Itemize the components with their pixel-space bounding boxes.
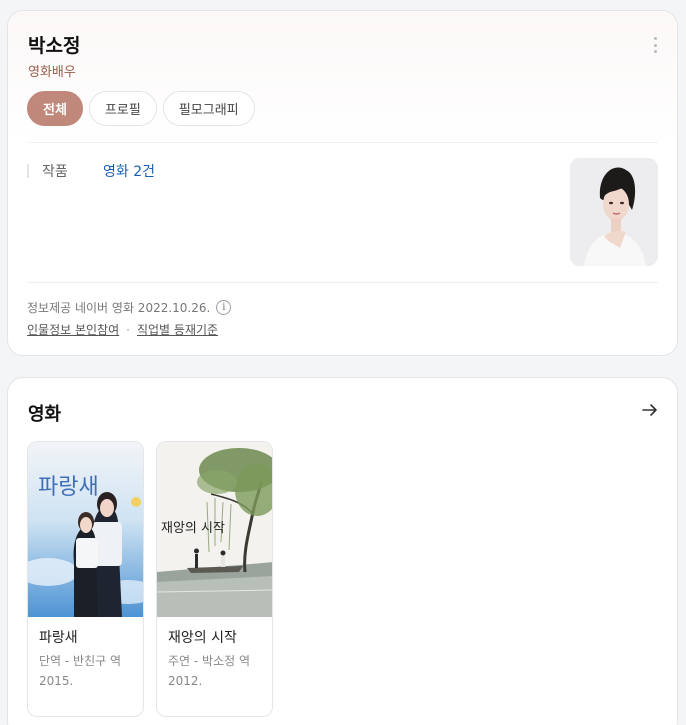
arrow-right-icon[interactable] xyxy=(640,400,660,420)
works-label: 작품 xyxy=(42,164,68,180)
divider xyxy=(27,282,658,283)
divider xyxy=(27,142,658,143)
works-link[interactable]: 영화 2건 xyxy=(103,161,155,181)
section-title: 영화 xyxy=(28,404,62,425)
movie-role: 주연 - 박소정 역 xyxy=(168,654,251,668)
movie-title: 파랑새 xyxy=(39,630,78,646)
profile-card: 박소정 영화배우 전체 프로필 필모그래피 작품 영화 2건 정보제공 네이버 … xyxy=(7,10,678,356)
movie-year: 2015. xyxy=(39,674,74,688)
more-vertical-icon[interactable] xyxy=(649,37,661,53)
movie-card[interactable]: 파랑새 파랑새 단역 - 반친구 역 2015. xyxy=(27,441,144,717)
movie-role: 단역 - 반친구 역 xyxy=(39,654,122,668)
person-name: 박소정 xyxy=(28,35,81,57)
person-occupation: 영화배우 xyxy=(28,65,76,80)
link-separator: · xyxy=(126,322,130,337)
movie-poster: 파랑새 xyxy=(28,442,143,617)
poster-text: 재앙의 시작 xyxy=(161,521,225,536)
tab-profile[interactable]: 프로필 xyxy=(88,91,157,126)
tab-filmography[interactable]: 필모그래피 xyxy=(162,91,255,126)
source-text: 정보제공 네이버 영화 2022.10.26. xyxy=(27,301,211,315)
source-info: 정보제공 네이버 영화 2022.10.26. i xyxy=(27,299,232,316)
poster-text: 파랑새 xyxy=(38,475,99,500)
works-row: 작품 영화 2건 xyxy=(27,161,155,181)
self-edit-link[interactable]: 인물정보 본인참여 xyxy=(27,321,119,338)
movie-list: 파랑새 파랑새 단역 - 반친구 역 2015. 재앙의 시작 재앙의 시작 주… xyxy=(27,441,273,717)
movies-card: 영화 파랑새 파랑새 단역 - 반친구 역 2015. 재앙의 시작 재앙의 시… xyxy=(7,377,678,725)
footer-links: 인물정보 본인참여 · 직업별 등재기준 xyxy=(27,321,218,338)
movie-poster: 재앙의 시작 xyxy=(157,442,272,617)
movie-year: 2012. xyxy=(168,674,203,688)
profile-photo[interactable] xyxy=(570,158,658,266)
profile-tabs: 전체 프로필 필모그래피 xyxy=(27,91,255,126)
tab-all[interactable]: 전체 xyxy=(27,91,83,126)
criteria-link[interactable]: 직업별 등재기준 xyxy=(137,321,218,338)
info-icon[interactable]: i xyxy=(216,300,232,315)
movie-title: 재앙의 시작 xyxy=(168,630,237,646)
works-bar xyxy=(27,164,29,178)
movie-card[interactable]: 재앙의 시작 재앙의 시작 주연 - 박소정 역 2012. xyxy=(156,441,273,717)
